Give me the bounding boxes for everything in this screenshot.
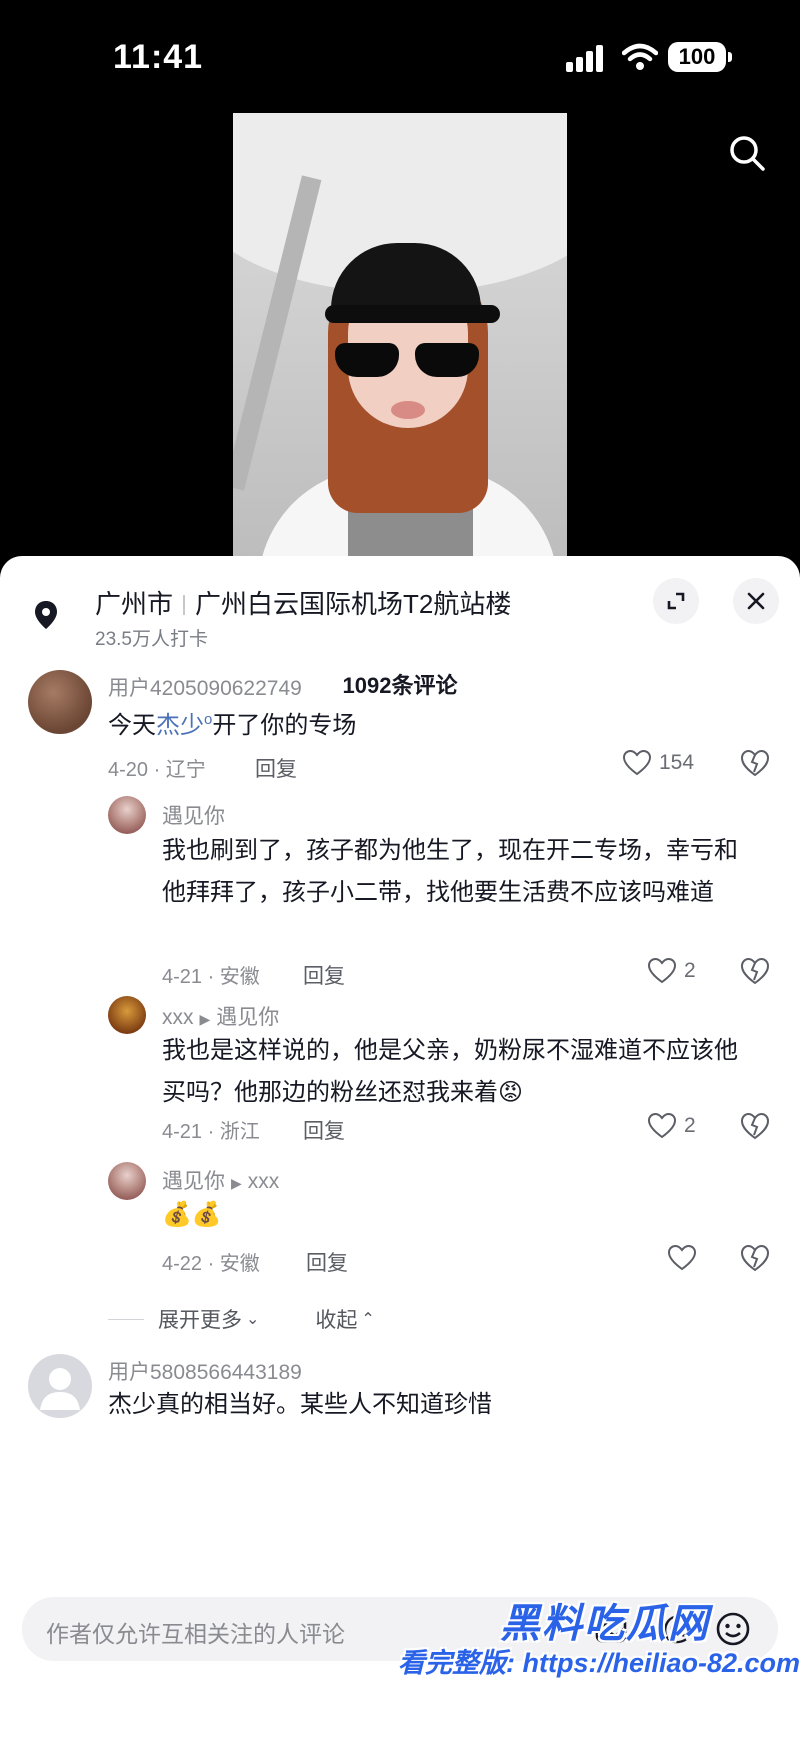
- expand-icon: [667, 592, 685, 610]
- comment-sheet: 广州市 广州白云国际机场T2航站楼 23.5万人打卡 1092条评论 用户4205…: [0, 556, 800, 1741]
- close-icon: [747, 592, 765, 610]
- location-pin-icon: [35, 601, 57, 629]
- status-bar: 11:41 100: [0, 0, 800, 110]
- reply-button[interactable]: 回复: [255, 753, 297, 783]
- reply-username[interactable]: 遇见你 ▶ xxx: [162, 1165, 279, 1195]
- chevron-down-icon: ⌄: [246, 1311, 260, 1328]
- avatar[interactable]: [28, 1354, 92, 1418]
- reply-button[interactable]: 回复: [303, 960, 345, 990]
- search-icon[interactable]: [727, 133, 767, 173]
- like-button[interactable]: 2: [648, 1111, 696, 1141]
- expand-more-button[interactable]: 展开更多: [158, 1304, 242, 1334]
- reply-button[interactable]: 回复: [303, 1115, 345, 1145]
- avatar[interactable]: [28, 670, 92, 734]
- location-city[interactable]: 广州市: [95, 589, 173, 619]
- location-title[interactable]: 广州市 广州白云国际机场T2航站楼: [95, 584, 511, 621]
- reply-username[interactable]: 遇见你: [162, 800, 225, 830]
- like-count: 2: [684, 959, 696, 982]
- comment-text: 杰少真的相当好。某些人不知道珍惜: [108, 1391, 492, 1418]
- location-checkins: 23.5万人打卡: [95, 629, 208, 650]
- like-button[interactable]: 154: [623, 748, 694, 778]
- comment-username[interactable]: 用户4205090622749: [108, 672, 302, 702]
- collapse-button[interactable]: 收起: [315, 1304, 357, 1334]
- comment-input-placeholder: 作者仅允许互相关注的人评论: [46, 1621, 345, 1647]
- like-count: 154: [659, 751, 695, 774]
- battery-indicator: 100: [668, 42, 732, 72]
- heart-icon: [623, 750, 651, 776]
- reply-meta: 4-21 · 浙江: [162, 1121, 260, 1143]
- avatar[interactable]: [108, 1162, 146, 1200]
- dislike-icon[interactable]: [740, 1243, 770, 1273]
- reply-meta: 4-22 · 安徽: [162, 1253, 260, 1275]
- like-button[interactable]: 2: [648, 956, 696, 986]
- reply-button[interactable]: 回复: [306, 1247, 348, 1277]
- reply-username[interactable]: xxx ▶ 遇见你: [162, 1001, 279, 1031]
- like-button[interactable]: [668, 1243, 696, 1273]
- heart-icon: [648, 1113, 676, 1139]
- location-place[interactable]: 广州白云国际机场T2航站楼: [195, 589, 511, 619]
- wifi-icon: [622, 43, 658, 70]
- chevron-up-icon: ⌃: [361, 1311, 375, 1328]
- watermark-url: 看完整版: https://heiliao-82.com: [398, 1648, 800, 1678]
- comment-text: 今天杰少o开了你的专场: [108, 711, 357, 739]
- reply-arrow-icon: ▶: [199, 1011, 211, 1027]
- like-count: 2: [684, 1114, 696, 1137]
- mention-link[interactable]: 杰少: [156, 712, 204, 739]
- reply-text: 我也刷到了，孩子都为他生了，现在开二专场，幸亏和他拜拜了，孩子小二带，找他要生活…: [162, 837, 738, 906]
- expand-button[interactable]: [653, 578, 699, 624]
- heart-icon: [668, 1245, 696, 1271]
- dislike-icon[interactable]: [740, 1111, 770, 1141]
- reply-text: 💰💰: [162, 1201, 222, 1228]
- signal-icon: [566, 44, 610, 72]
- avatar[interactable]: [108, 796, 146, 834]
- avatar[interactable]: [108, 996, 146, 1034]
- video-player[interactable]: [233, 113, 567, 558]
- status-time: 11:41: [113, 38, 204, 76]
- replies-toggle-row: 展开更多 ⌄ 收起 ⌃: [108, 1304, 375, 1334]
- reply-text: 我也是这样说的，他是父亲，奶粉尿不湿难道不应该他买吗？他那边的粉丝还怼我来着😡: [162, 1037, 738, 1106]
- close-button[interactable]: [733, 578, 779, 624]
- reply-meta: 4-21 · 安徽: [162, 966, 260, 988]
- heart-icon: [648, 958, 676, 984]
- comment-meta: 4-20 · 辽宁: [108, 759, 206, 781]
- reply-arrow-icon: ▶: [231, 1175, 242, 1191]
- dislike-icon[interactable]: [740, 956, 770, 986]
- dislike-icon[interactable]: [740, 748, 770, 778]
- comment-username[interactable]: 用户5808566443189: [108, 1356, 302, 1386]
